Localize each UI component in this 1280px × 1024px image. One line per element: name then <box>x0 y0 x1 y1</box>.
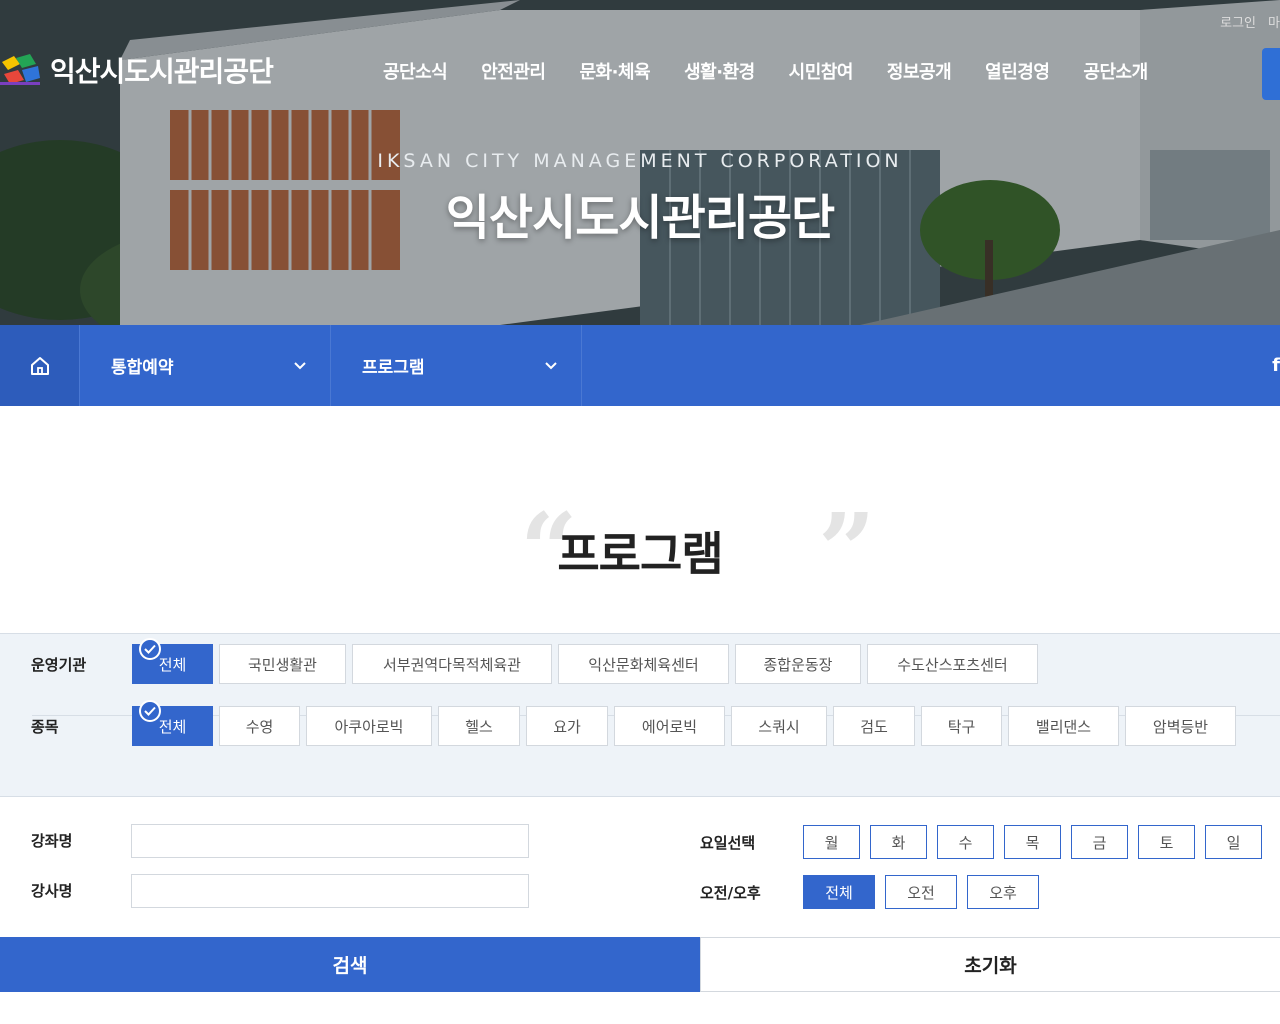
share-area: f <box>582 325 1280 406</box>
page-title-area: “ ” 프로그램 <box>0 500 1280 600</box>
mypage-link[interactable]: 마 <box>1268 12 1280 31</box>
ampm-am-button[interactable]: 오전 <box>885 875 957 909</box>
utility-links: 로그인 마 <box>1220 12 1280 31</box>
home-button[interactable] <box>0 325 80 406</box>
org-chip-west-gym[interactable]: 서부권역다목적체육관 <box>352 644 552 684</box>
location-depth1-label: 통합예약 <box>111 358 174 378</box>
sitemap-button[interactable] <box>1262 48 1280 100</box>
sport-chip-climbing[interactable]: 암벽등반 <box>1125 706 1236 746</box>
course-name-label: 강좌명 <box>31 832 73 850</box>
org-chip-label: 종합운동장 <box>763 655 833 674</box>
nav-item-about[interactable]: 공단소개 <box>1066 58 1164 84</box>
chevron-down-icon <box>545 361 557 369</box>
sport-chip-label: 아쿠아로빅 <box>334 717 404 736</box>
sport-chip-all[interactable]: 전체 <box>132 700 213 746</box>
sport-chip-health[interactable]: 헬스 <box>438 706 520 746</box>
sport-chip-label: 탁구 <box>947 717 976 736</box>
sport-chip-bellydance[interactable]: 밸리댄스 <box>1008 706 1119 746</box>
logo-icon <box>0 54 40 85</box>
location-depth1-dropdown[interactable]: 통합예약 <box>80 325 331 406</box>
sport-chip-aquarobic[interactable]: 아쿠아로빅 <box>306 706 432 746</box>
day-sun-button[interactable]: 일 <box>1205 825 1262 859</box>
ampm-buttons: 전체 오전 오후 <box>803 875 1039 909</box>
sport-chip-label: 암벽등반 <box>1152 717 1209 736</box>
location-depth2-label: 프로그램 <box>362 358 425 378</box>
page-title: 프로그램 <box>557 527 723 581</box>
day-tue-button[interactable]: 화 <box>870 825 927 859</box>
day-select-label: 요일선택 <box>700 834 756 852</box>
ampm-all-button[interactable]: 전체 <box>803 875 875 909</box>
program-filter: 운영기관 전체 국민생활관 서부권역다목적체육관 익산문화체육센터 종합운동장 … <box>0 633 1280 797</box>
logo-text: 익산시도시관리공단 <box>50 55 274 88</box>
hero-title: 익산시도시관리공단 <box>445 190 835 246</box>
check-icon <box>139 700 161 722</box>
sport-chip-swim[interactable]: 수영 <box>219 706 300 746</box>
login-link[interactable]: 로그인 <box>1220 12 1256 31</box>
day-sat-button[interactable]: 토 <box>1138 825 1195 859</box>
sport-chip-yoga[interactable]: 요가 <box>526 706 608 746</box>
org-chip-sudosan[interactable]: 수도산스포츠센터 <box>867 644 1038 684</box>
org-chip-label: 수도산스포츠센터 <box>897 655 1008 674</box>
sport-chip-label: 요가 <box>553 717 581 736</box>
sport-chip-label: 스쿼시 <box>758 717 800 736</box>
sport-chip-label: 수영 <box>245 717 274 736</box>
location-bar: 통합예약 프로그램 f <box>0 325 1280 406</box>
sport-chips: 전체 수영 아쿠아로빅 헬스 요가 에어로빅 스쿼시 검도 탁구 밸리댄스 암벽… <box>132 700 1236 746</box>
search-button[interactable]: 검색 <box>0 937 700 992</box>
nav-item-disclosure[interactable]: 정보공개 <box>870 58 968 84</box>
ampm-label: 오전/오후 <box>700 884 761 902</box>
reset-button[interactable]: 초기화 <box>700 937 1280 992</box>
ampm-pm-button[interactable]: 오후 <box>967 875 1039 909</box>
day-mon-button[interactable]: 월 <box>803 825 860 859</box>
sport-chip-kendo[interactable]: 검도 <box>833 706 915 746</box>
sport-chip-squash[interactable]: 스쿼시 <box>731 706 827 746</box>
chevron-down-icon <box>294 361 306 369</box>
org-chip-label: 국민생활관 <box>247 655 317 674</box>
nav-item-safety[interactable]: 안전관리 <box>464 58 562 84</box>
teacher-name-label: 강사명 <box>31 882 73 900</box>
org-chip-all[interactable]: 전체 <box>132 638 213 684</box>
main-navigation: 공단소식 안전관리 문화·체육 생활·환경 시민참여 정보공개 열린경영 공단소… <box>366 58 1165 84</box>
sport-chip-pingpong[interactable]: 탁구 <box>921 706 1002 746</box>
sport-chip-aerobic[interactable]: 에어로빅 <box>614 706 725 746</box>
hero-banner: 로그인 마 익산시도시관리공단 공단소식 안전관리 문화·체육 생활·환경 시민… <box>0 0 1280 325</box>
sport-filter-label: 종목 <box>31 717 59 736</box>
org-chip-stadium[interactable]: 종합운동장 <box>735 644 861 684</box>
org-chip-label: 익산문화체육센터 <box>588 655 699 674</box>
day-fri-button[interactable]: 금 <box>1071 825 1128 859</box>
nav-item-participation[interactable]: 시민참여 <box>772 58 870 84</box>
teacher-name-input[interactable] <box>131 874 529 908</box>
org-chips: 전체 국민생활관 서부권역다목적체육관 익산문화체육센터 종합운동장 수도산스포… <box>132 638 1038 684</box>
facebook-share-icon[interactable]: f <box>1272 355 1280 376</box>
search-form: 강좌명 강사명 요일선택 월 화 수 목 금 토 일 오전/오후 전체 오전 오… <box>0 797 1280 937</box>
nav-item-news[interactable]: 공단소식 <box>366 58 464 84</box>
sport-chip-label: 검도 <box>860 717 888 736</box>
hero-english-title: IKSAN CITY MANAGEMENT CORPORATION <box>377 150 903 172</box>
form-actions: 검색 초기화 <box>0 937 1280 992</box>
day-wed-button[interactable]: 수 <box>937 825 994 859</box>
org-chip-iksan-center[interactable]: 익산문화체육센터 <box>558 644 729 684</box>
day-buttons: 월 화 수 목 금 토 일 <box>803 825 1262 859</box>
day-thu-button[interactable]: 목 <box>1004 825 1061 859</box>
nav-item-open-management[interactable]: 열린경영 <box>968 58 1066 84</box>
org-chip-label: 전체 <box>158 655 187 674</box>
org-chip-label: 서부권역다목적체육관 <box>382 655 521 674</box>
sport-chip-label: 에어로빅 <box>641 717 698 736</box>
home-icon <box>30 356 49 375</box>
sport-chip-label: 전체 <box>158 717 187 736</box>
location-depth2-dropdown[interactable]: 프로그램 <box>331 325 582 406</box>
nav-item-life-environment[interactable]: 생활·환경 <box>667 58 772 84</box>
course-name-input[interactable] <box>131 824 529 858</box>
check-icon <box>139 638 161 660</box>
site-logo[interactable]: 익산시도시관리공단 <box>0 50 274 90</box>
sport-chip-label: 헬스 <box>465 717 493 736</box>
org-filter-label: 운영기관 <box>31 655 87 674</box>
sport-chip-label: 밸리댄스 <box>1035 717 1092 736</box>
org-chip-kookmin[interactable]: 국민생활관 <box>219 644 346 684</box>
nav-item-culture-sports[interactable]: 문화·체육 <box>563 58 668 84</box>
